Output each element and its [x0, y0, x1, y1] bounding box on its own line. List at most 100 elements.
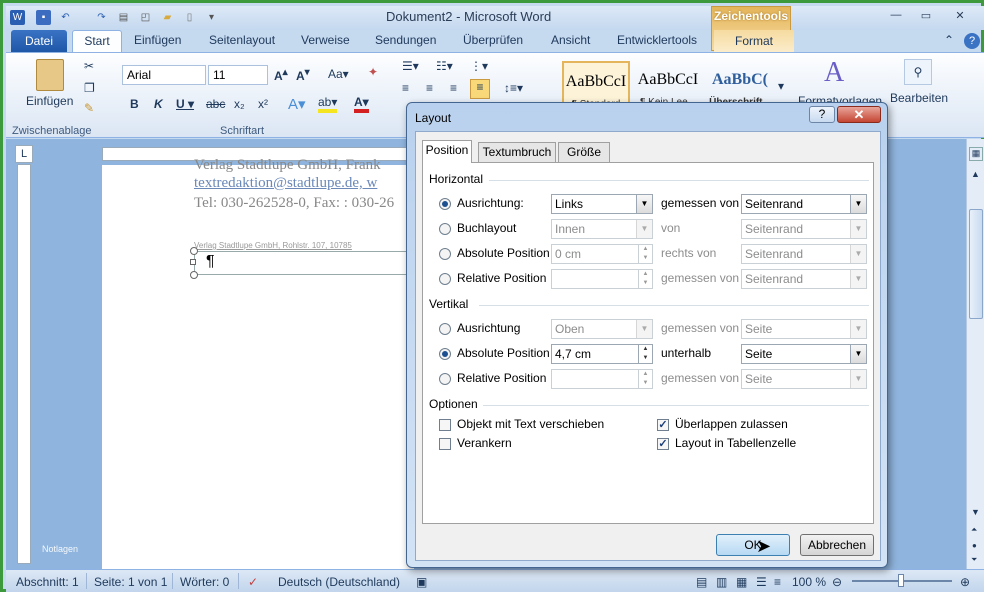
select-v-unterhalb[interactable]: Seite ▼ [741, 344, 867, 364]
status-language[interactable]: Deutsch (Deutschland) [278, 575, 400, 589]
open-icon[interactable]: ▰ [160, 10, 175, 25]
bullets-icon[interactable]: ☰▾ [402, 59, 419, 73]
chevron-down-icon[interactable]: ▼ [850, 345, 866, 363]
print-icon[interactable]: ▤ [116, 10, 131, 25]
subscript-button[interactable]: x₂ [234, 97, 245, 111]
status-page[interactable]: Seite: 1 von 1 [94, 575, 167, 589]
select-h-gemessen-von[interactable]: Seitenrand ▼ [741, 194, 867, 214]
select-h-ausrichtung[interactable]: Links ▼ [551, 194, 653, 214]
superscript-button[interactable]: x² [258, 97, 268, 111]
radio-v-relative-position[interactable] [439, 373, 451, 385]
tab-textumbruch[interactable]: Textumbruch [478, 142, 556, 162]
status-words[interactable]: Wörter: 0 [180, 575, 229, 589]
select-v-ausrichtung[interactable]: Oben ▼ [551, 319, 653, 339]
tab-position[interactable]: Position [422, 140, 472, 163]
text-box-frame[interactable] [194, 251, 424, 275]
align-right-icon[interactable]: ≡ [450, 81, 457, 95]
tab-seitenlayout[interactable]: Seitenlayout [209, 33, 275, 47]
copy-icon[interactable]: ❐ [84, 81, 95, 95]
new-document-icon[interactable]: ▯ [182, 10, 197, 25]
chevron-down-icon[interactable]: ▼ [850, 270, 866, 288]
checkbox-lock-anchor[interactable] [439, 438, 451, 450]
clear-format-icon[interactable]: ✦ [368, 65, 378, 79]
tab-datei[interactable]: Datei [11, 30, 67, 52]
paste-button[interactable]: Einfügen [26, 94, 73, 108]
scroll-up-icon[interactable]: ▲ [971, 169, 980, 179]
view-draft-icon[interactable]: ≡ [774, 575, 781, 589]
select-h-von[interactable]: Seitenrand ▼ [741, 219, 867, 239]
tab-start[interactable]: Start [72, 30, 122, 53]
spinner-arrows-icon[interactable]: ▲ ▼ [638, 345, 652, 363]
radio-h-absolute-position[interactable] [439, 248, 451, 260]
save-icon[interactable]: ▪ [36, 10, 51, 25]
styles-more-icon[interactable]: ▾ [778, 79, 784, 93]
view-full-screen-icon[interactable]: ▥ [716, 575, 727, 589]
chevron-down-icon[interactable]: ▼ [850, 320, 866, 338]
checkbox-allow-overlap[interactable]: ✓ [657, 419, 669, 431]
italic-button[interactable]: K [154, 97, 163, 111]
format-painter-icon[interactable]: ✎ [84, 101, 94, 115]
tab-ansicht[interactable]: Ansicht [551, 33, 590, 47]
ruler-toggle-icon[interactable]: ▦ [969, 147, 983, 161]
undo-icon[interactable]: ↶ [58, 10, 73, 25]
find-icon[interactable]: ⚲ [904, 59, 932, 85]
align-left-icon[interactable]: ≡ [402, 81, 409, 95]
checkbox-move-with-text[interactable] [439, 419, 451, 431]
text-effects-icon[interactable]: A▾ [288, 95, 306, 113]
spinner-v-relative-position[interactable]: ▲ ▼ [551, 369, 653, 389]
view-web-icon[interactable]: ▦ [736, 575, 747, 589]
highlight-icon[interactable]: ab▾ [318, 95, 338, 113]
justify-icon[interactable]: ≡ [470, 79, 490, 99]
dialog-help-button[interactable]: ? [809, 106, 835, 123]
scroll-down-icon[interactable]: ▼ [971, 507, 980, 517]
shrink-font-icon[interactable]: A▾ [296, 67, 310, 83]
multilevel-list-icon[interactable]: ⋮▾ [470, 59, 488, 73]
tab-ueberpruefen[interactable]: Überprüfen [463, 33, 523, 47]
spinner-h-relative-position[interactable]: ▲ ▼ [551, 269, 653, 289]
dialog-close-button[interactable]: ✕ [837, 106, 881, 123]
redo-icon[interactable]: ↷ [94, 10, 109, 25]
ok-button[interactable]: OK [716, 534, 790, 556]
tab-groesse[interactable]: Größe [558, 142, 610, 162]
resize-handle[interactable] [190, 259, 196, 265]
select-v-rel-gemessen-von[interactable]: Seite ▼ [741, 369, 867, 389]
underline-button[interactable]: U ▾ [176, 97, 194, 111]
proofing-icon[interactable]: ✓ [248, 575, 258, 589]
spinner-h-absolute-position[interactable]: 0 cm ▲ ▼ [551, 244, 653, 264]
vertical-scrollbar[interactable]: ▦ ▲ ▼ ⏶ ● ⏷ [966, 139, 984, 569]
change-case-icon[interactable]: Aa▾ [328, 67, 349, 81]
font-color-icon[interactable]: A▾ [354, 95, 369, 113]
cancel-button[interactable]: Abbrechen [800, 534, 874, 556]
tab-sendungen[interactable]: Sendungen [375, 33, 436, 47]
chevron-down-icon[interactable]: ▼ [636, 220, 652, 238]
resize-handle[interactable] [190, 247, 198, 255]
tab-verweise[interactable]: Verweise [301, 33, 350, 47]
numbering-icon[interactable]: ☷▾ [436, 59, 453, 73]
radio-h-buchlayout[interactable] [439, 223, 451, 235]
status-zoom[interactable]: 100 % [792, 575, 826, 589]
grow-font-icon[interactable]: A▴ [274, 67, 288, 83]
tab-format[interactable]: Format [714, 30, 794, 52]
customize-qat-icon[interactable]: ▾ [204, 10, 219, 25]
font-name-combo[interactable]: Arial [122, 65, 206, 85]
radio-v-ausrichtung[interactable] [439, 323, 451, 335]
chevron-down-icon[interactable]: ▼ [636, 195, 652, 213]
close-window-button[interactable]: ✕ [946, 9, 974, 25]
align-center-icon[interactable]: ≡ [426, 81, 433, 95]
checkbox-layout-in-cell[interactable]: ✓ [657, 438, 669, 450]
select-v-gemessen-von[interactable]: Seite ▼ [741, 319, 867, 339]
tab-einfuegen[interactable]: Einfügen [134, 33, 181, 47]
tab-entwicklertools[interactable]: Entwicklertools [617, 33, 697, 47]
cut-icon[interactable]: ✂ [84, 59, 94, 73]
vertical-ruler[interactable] [17, 164, 31, 564]
spinner-arrows-icon[interactable]: ▲ ▼ [638, 245, 652, 263]
ribbon-minimize-icon[interactable]: ⌃ [944, 33, 954, 47]
scroll-thumb[interactable] [969, 209, 983, 319]
paste-icon[interactable] [36, 59, 64, 91]
zoom-in-icon[interactable]: ⊕ [960, 575, 970, 589]
view-print-layout-icon[interactable]: ▤ [696, 575, 707, 589]
next-page-icon[interactable]: ⏷ [971, 555, 977, 565]
font-size-combo[interactable]: 11 [208, 65, 268, 85]
strikethrough-button[interactable]: abc [206, 97, 225, 111]
status-section[interactable]: Abschnitt: 1 [16, 575, 79, 589]
